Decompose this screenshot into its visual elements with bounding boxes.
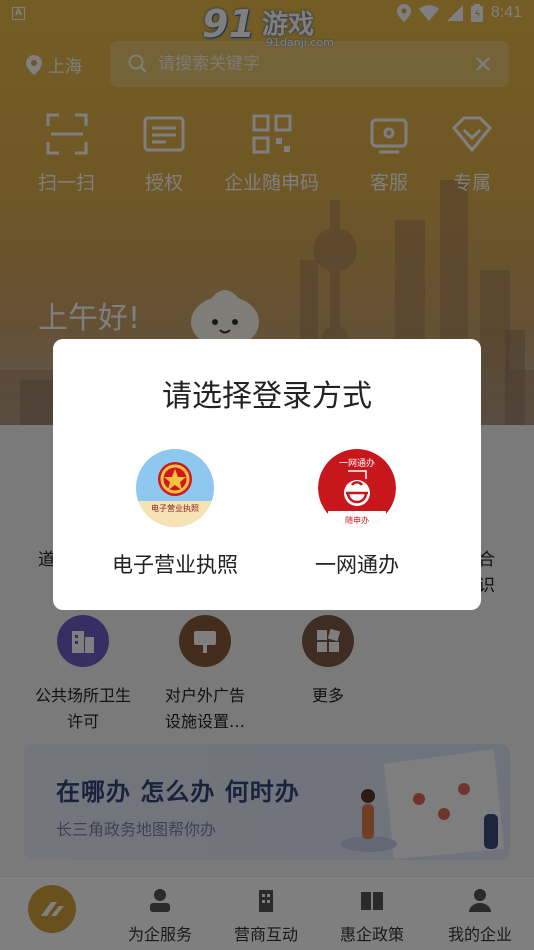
logo-bottom-text: 随申办	[345, 515, 369, 525]
national-emblem-icon: 电子营业执照	[136, 449, 214, 527]
emblem-caption: 电子营业执照	[151, 503, 199, 513]
login-option-yiwangtongban[interactable]: 一网通办 随申办 一网通办	[277, 449, 437, 579]
logo-top-text: 一网通办	[339, 457, 375, 469]
yiwangtongban-logo-icon: 一网通办 随申办	[318, 449, 396, 527]
login-method-dialog: 请选择登录方式 电子营业执照 电子营业执照 一网通办 随申办 一网通办	[53, 339, 481, 610]
login-option-business-license[interactable]: 电子营业执照 电子营业执照	[95, 449, 255, 579]
dialog-title: 请选择登录方式	[162, 379, 372, 414]
login-option-label: 一网通办	[315, 553, 399, 577]
login-option-label: 电子营业执照	[112, 553, 238, 577]
